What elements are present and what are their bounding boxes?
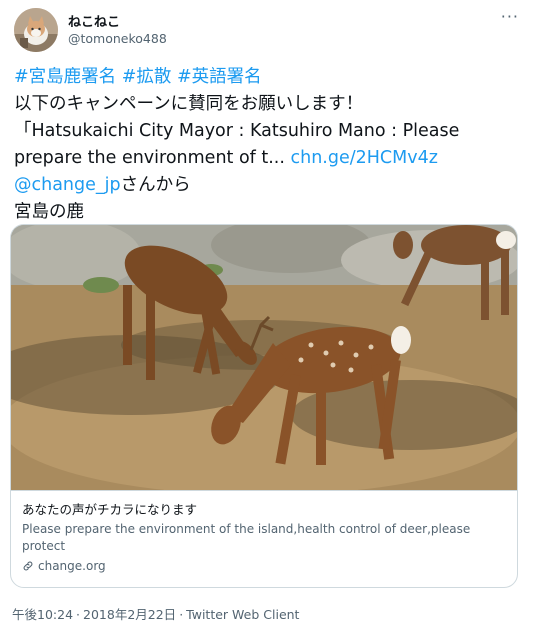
- hashtag-link[interactable]: #拡散: [122, 67, 172, 87]
- hashtag-link[interactable]: #宮島鹿署名: [14, 67, 116, 87]
- more-options-icon[interactable]: ···: [501, 9, 519, 25]
- card-body[interactable]: あなたの声がチカラになります Please prepare the enviro…: [11, 490, 517, 587]
- mention-suffix: さんから: [120, 175, 191, 195]
- card-title: あなたの声がチカラになります: [22, 502, 198, 517]
- hashtag-line: #宮島鹿署名 #拡散 #英語署名: [14, 64, 524, 91]
- card-description: Please prepare the environment of the is…: [22, 522, 471, 553]
- display-name[interactable]: ねこねこ: [68, 11, 120, 30]
- link-icon: [23, 561, 33, 571]
- user-handle[interactable]: @tomoneko488: [68, 31, 167, 46]
- tweet-line-text: prepare the environment of t...: [14, 148, 291, 168]
- tweet-line: @change_jpさんから: [14, 172, 524, 199]
- deer-photo-icon: [11, 225, 517, 490]
- cat-avatar-icon: [14, 8, 58, 52]
- tweet-meta: 午後10:24 · 2018年2月22日 · Twitter Web Client: [12, 604, 299, 623]
- hashtag-link[interactable]: #英語署名: [177, 67, 262, 87]
- tweet-date[interactable]: 2018年2月22日: [83, 607, 176, 622]
- tweet-client[interactable]: Twitter Web Client: [186, 607, 299, 622]
- tweet-line: 「Hatsukaichi City Mayor : Katsuhiro Mano…: [14, 121, 460, 141]
- avatar[interactable]: [14, 8, 58, 52]
- separator: ·: [76, 607, 81, 622]
- separator: ·: [179, 607, 184, 622]
- tweet-line: 宮島の鹿: [14, 202, 84, 222]
- tweet-line: 以下のキャンペーンに賛同をお願いします！: [14, 94, 364, 114]
- mention-link[interactable]: @change_jp: [14, 175, 121, 195]
- link-card[interactable]: あなたの声がチカラになります Please prepare the enviro…: [10, 224, 518, 588]
- tweet-text: #宮島鹿署名 #拡散 #英語署名 以下のキャンペーンに賛同をお願いします！ 「H…: [14, 64, 524, 226]
- short-link[interactable]: chn.ge/2HCMv4z: [291, 148, 438, 168]
- tweet-time[interactable]: 午後10:24: [12, 607, 73, 622]
- card-domain: change.org: [22, 559, 506, 573]
- card-domain-text: change.org: [38, 559, 106, 573]
- card-image[interactable]: [11, 225, 517, 490]
- tweet-line: prepare the environment of t... chn.ge/2…: [14, 145, 524, 172]
